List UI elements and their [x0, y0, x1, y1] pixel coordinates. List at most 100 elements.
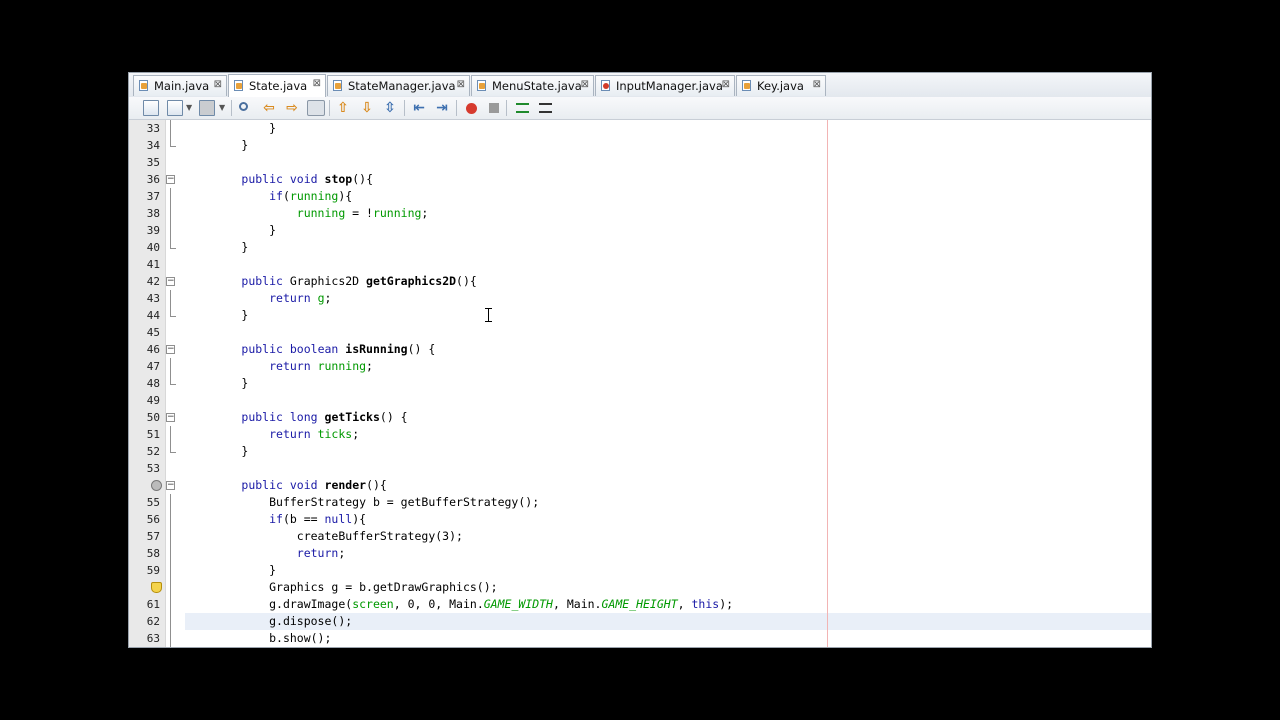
code-text: return running; — [269, 359, 373, 373]
last-edit-icon[interactable] — [143, 100, 159, 116]
code-text: public boolean isRunning() { — [241, 342, 436, 356]
line-number: 41 — [146, 258, 160, 271]
code-line: 42 − public Graphics2D getGraphics2D(){ — [129, 273, 1151, 290]
uncomment-icon[interactable] — [539, 103, 552, 113]
fold-end — [170, 307, 176, 317]
close-tab-icon[interactable]: ⊠ — [457, 79, 465, 90]
editor-tab-bar: Main.java ⊠ State.java ⊠ StateManager.ja… — [129, 73, 1151, 98]
line-number: 61 — [146, 598, 160, 611]
code-text: if(running){ — [269, 189, 353, 203]
code-text: } — [269, 563, 277, 577]
code-line: 39 } — [129, 222, 1151, 239]
toggle-highlight-icon[interactable] — [307, 100, 325, 116]
code-line: 43 return g; — [129, 290, 1151, 307]
code-text: return; — [296, 546, 346, 560]
code-line: 59 } — [129, 562, 1151, 579]
tab-menustate-java[interactable]: MenuState.java ⊠ — [471, 75, 594, 96]
shift-right-icon[interactable]: ⇥ — [434, 100, 450, 116]
code-line: 35 — [129, 154, 1151, 171]
code-line: 52 } — [129, 443, 1151, 460]
stop-macro-recording-icon[interactable] — [489, 103, 499, 113]
fold-guide — [170, 494, 171, 511]
java-file-icon — [138, 80, 150, 92]
toggle-bookmark-icon[interactable]: ⇳ — [382, 100, 398, 116]
back-icon[interactable] — [167, 100, 183, 116]
code-line: 51 return ticks; — [129, 426, 1151, 443]
fold-end — [170, 443, 176, 453]
tab-statemanager-java[interactable]: StateManager.java ⊠ — [327, 75, 470, 96]
code-text: BufferStrategy b = getBufferStrategy(); — [269, 495, 540, 509]
tab-label: State.java — [249, 79, 308, 93]
comment-icon[interactable] — [516, 103, 529, 113]
code-text: return g; — [269, 291, 332, 305]
shift-left-icon[interactable]: ⇤ — [411, 100, 427, 116]
line-number: 40 — [146, 241, 160, 254]
find-previous-icon[interactable]: ⇦ — [261, 100, 277, 116]
fold-toggle-icon[interactable]: − — [166, 481, 175, 490]
tab-state-java[interactable]: State.java ⊠ — [228, 74, 326, 97]
override-annotation-icon[interactable] — [151, 480, 162, 491]
line-number: 59 — [146, 564, 160, 577]
close-tab-icon[interactable]: ⊠ — [722, 79, 730, 90]
start-macro-recording-icon[interactable] — [466, 103, 477, 114]
find-next-icon[interactable]: ⇨ — [284, 100, 300, 116]
fold-guide — [170, 630, 171, 647]
previous-bookmark-icon[interactable]: ⇧ — [335, 100, 351, 116]
code-line: 57 createBufferStrategy(3); — [129, 528, 1151, 545]
code-line: − public void render(){ — [129, 477, 1151, 494]
find-icon[interactable] — [239, 102, 248, 111]
back-dropdown-icon[interactable]: ▼ — [186, 100, 194, 116]
tab-main-java[interactable]: Main.java ⊠ — [133, 75, 227, 96]
ide-window: Main.java ⊠ State.java ⊠ StateManager.ja… — [128, 72, 1152, 648]
code-text: public void stop(){ — [241, 172, 373, 186]
java-file-icon — [233, 80, 245, 92]
fold-toggle-icon[interactable]: − — [166, 277, 175, 286]
code-line: 47 return running; — [129, 358, 1151, 375]
line-number: 33 — [146, 122, 160, 135]
line-number: 50 — [146, 411, 160, 424]
line-number: 48 — [146, 377, 160, 390]
code-line: 53 — [129, 460, 1151, 477]
code-line: 44 } — [129, 307, 1151, 324]
close-tab-icon[interactable]: ⊠ — [581, 79, 589, 90]
fold-guide — [170, 579, 171, 596]
line-number: 58 — [146, 547, 160, 560]
fold-guide — [170, 511, 171, 528]
close-tab-icon[interactable]: ⊠ — [214, 79, 222, 90]
code-editor[interactable]: 33 } 34 } 35 36 − public void stop(){ 37… — [129, 120, 1151, 647]
java-file-icon — [332, 80, 344, 92]
java-file-icon — [476, 80, 488, 92]
code-line: 46 − public boolean isRunning() { — [129, 341, 1151, 358]
warning-hint-icon[interactable] — [151, 582, 162, 593]
fold-end — [170, 239, 176, 249]
code-line: 48 } — [129, 375, 1151, 392]
fold-toggle-icon[interactable]: − — [166, 413, 175, 422]
fold-end — [170, 375, 176, 385]
tab-inputmanager-java[interactable]: InputManager.java ⊠ — [595, 75, 735, 96]
code-line: 38 running = !running; — [129, 205, 1151, 222]
java-file-icon — [741, 80, 753, 92]
fold-guide — [170, 188, 171, 205]
close-tab-icon[interactable]: ⊠ — [313, 78, 321, 89]
code-text: Graphics g = b.getDrawGraphics(); — [269, 580, 498, 594]
forward-icon[interactable] — [199, 100, 215, 116]
code-line: 56 if(b == null){ — [129, 511, 1151, 528]
code-text: public long getTicks() { — [241, 410, 408, 424]
tab-key-java[interactable]: Key.java ⊠ — [736, 75, 826, 96]
fold-guide — [170, 426, 171, 443]
code-text: public Graphics2D getGraphics2D(){ — [241, 274, 477, 288]
fold-toggle-icon[interactable]: − — [166, 175, 175, 184]
line-number: 37 — [146, 190, 160, 203]
line-number: 38 — [146, 207, 160, 220]
code-text: createBufferStrategy(3); — [296, 529, 463, 543]
forward-dropdown-icon[interactable]: ▼ — [219, 100, 227, 116]
fold-guide — [170, 120, 171, 137]
close-tab-icon[interactable]: ⊠ — [813, 79, 821, 90]
code-text: } — [241, 376, 249, 390]
next-bookmark-icon[interactable]: ⇩ — [359, 100, 375, 116]
fold-toggle-icon[interactable]: − — [166, 345, 175, 354]
code-line: 34 } — [129, 137, 1151, 154]
toolbar-separator — [329, 100, 330, 116]
fold-guide — [170, 596, 171, 613]
code-line: 45 — [129, 324, 1151, 341]
